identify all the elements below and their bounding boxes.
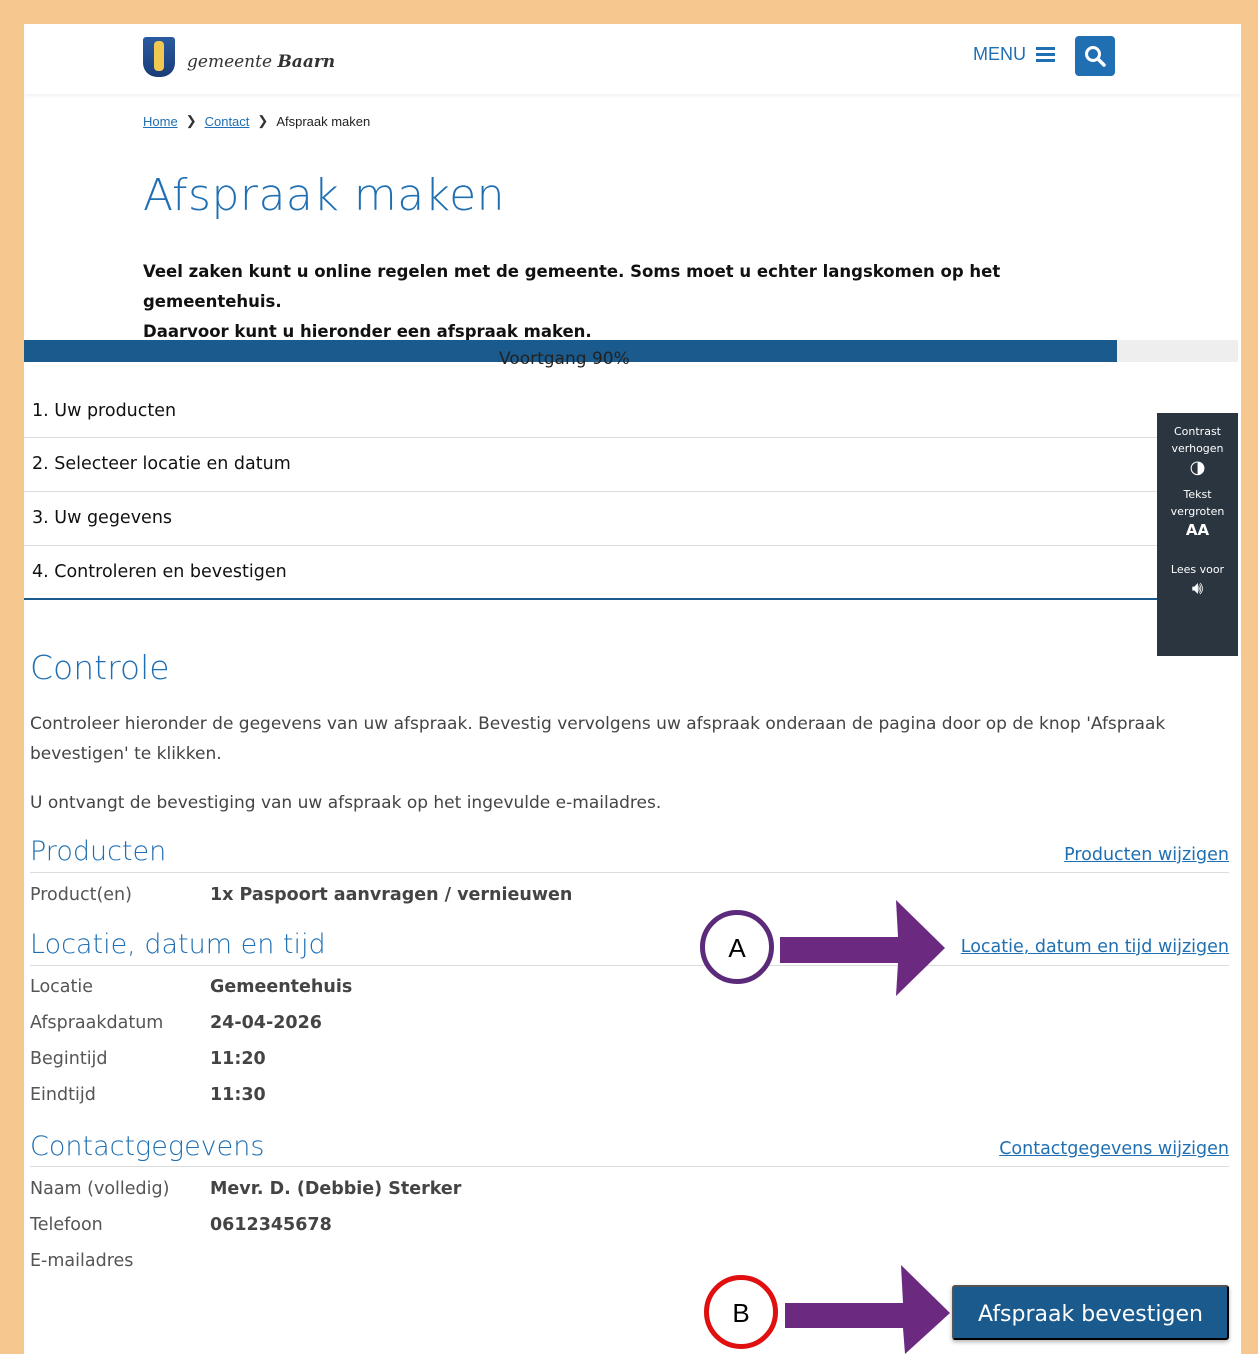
progress-label: Voortgang 90% [499,349,630,369]
speaker-icon: 🔊︎ [1191,578,1204,599]
producten-heading: Producten [30,836,167,867]
edit-contactgegevens-link[interactable]: Contactgegevens wijzigen [999,1139,1229,1159]
controle-heading: Controle [30,648,170,687]
row-label: Naam (volledig) [30,1179,170,1199]
confirmation-email-note: U ontvangt de bevestiging van uw afspraa… [30,793,662,813]
menu-label: MENU [973,44,1026,64]
breadcrumb-contact-link[interactable]: Contact [205,114,250,129]
row-value: 11:20 [210,1049,266,1069]
row-label: Telefoon [30,1215,103,1235]
row-value: Gemeentehuis [210,977,353,997]
step-item[interactable]: 1. Uw producten [24,385,1157,438]
edit-locatie-link[interactable]: Locatie, datum en tijd wijzigen [961,937,1229,957]
read-aloud-button[interactable]: Lees voor 🔊︎ [1157,539,1238,599]
logo[interactable]: gemeente Baarn [143,36,335,78]
row-value: 0612345678 [210,1215,332,1235]
site-header: gemeente Baarn MENU [24,24,1241,94]
row-label: Afspraakdatum [30,1013,164,1033]
section-divider [30,872,1229,873]
menu-button[interactable]: MENU [973,44,1055,65]
text-size-icon: AA [1185,521,1210,539]
accessibility-toolbar: Contrast verhogen ◑ Tekst vergroten AA L… [1157,413,1238,656]
step-item-current[interactable]: 4. Controleren en bevestigen [24,546,1157,600]
contrast-label-1: Contrast [1173,425,1221,438]
confirm-appointment-button[interactable]: Afspraak bevestigen [952,1285,1229,1340]
coat-of-arms-icon [143,37,175,77]
row-label: Product(en) [30,885,132,905]
text-size-label-2: vergroten [1170,505,1225,518]
progress-bar: Voortgang 90% [24,340,1238,369]
annotation-marker-b: B [704,1275,778,1349]
chevron-right-icon: ❯ [185,113,197,128]
text-size-button[interactable]: Tekst vergroten AA [1157,476,1238,539]
row-label: Begintijd [30,1049,108,1069]
intro-text: Veel zaken kunt u online regelen met de … [143,257,1103,347]
chevron-right-icon: ❯ [257,113,269,128]
arrow-a-icon [780,900,945,996]
row-label: Locatie [30,977,93,997]
breadcrumb-home-link[interactable]: Home [143,114,178,129]
controle-instructions: Controleer hieronder de gegevens van uw … [30,714,1166,764]
intro-line-1: Veel zaken kunt u online regelen met de … [143,262,1001,311]
text-size-label-1: Tekst [1183,488,1212,501]
row-value: Mevr. D. (Debbie) Sterker [210,1179,462,1199]
step-item[interactable]: 2. Selecteer locatie en datum [24,438,1157,492]
section-divider [30,965,1229,966]
contrast-label-2: verhogen [1171,442,1224,455]
annotation-marker-a: A [700,910,774,984]
row-label: E-mailadres [30,1251,134,1271]
row-value: 11:30 [210,1085,266,1105]
row-value: 24-04-2026 [210,1013,322,1033]
edit-producten-link[interactable]: Producten wijzigen [1064,845,1229,865]
locatie-heading: Locatie, datum en tijd [30,929,326,960]
hamburger-icon [1036,47,1055,62]
row-value: 1x Paspoort aanvragen / vernieuwen [210,885,573,905]
contrast-icon: ◑ [1189,457,1206,478]
step-item[interactable]: 3. Uw gegevens [24,492,1157,546]
breadcrumb: Home ❯ Contact ❯ Afspraak maken [143,113,370,129]
contactgegevens-heading: Contactgegevens [30,1131,265,1162]
arrow-b-icon [785,1265,950,1354]
row-label: Eindtijd [30,1085,96,1105]
search-button[interactable] [1075,36,1115,76]
breadcrumb-current: Afspraak maken [276,113,371,129]
search-icon [1085,46,1106,67]
contrast-button[interactable]: Contrast verhogen ◑ [1157,413,1238,478]
logo-text: gemeente Baarn [187,52,336,72]
page: gemeente Baarn MENU Home ❯ Contact ❯ Afs… [24,24,1241,1354]
step-list: 1. Uw producten 2. Selecteer locatie en … [24,385,1157,600]
page-title: Afspraak maken [143,170,506,221]
read-aloud-label: Lees voor [1170,563,1225,576]
section-divider [30,1166,1229,1167]
